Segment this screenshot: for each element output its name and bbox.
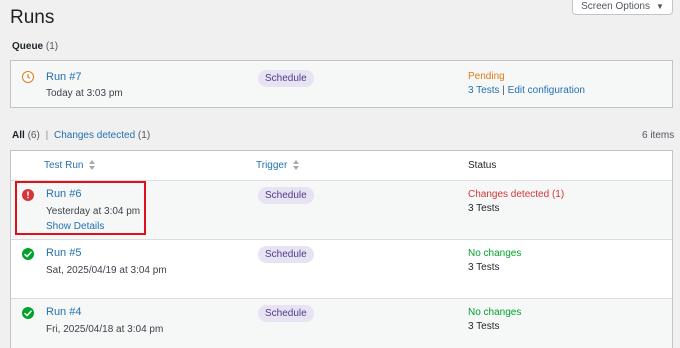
table-row: Run #5 Sat, 2025/04/19 at 3:04 pm Schedu… — [11, 239, 672, 298]
sort-arrows-icon — [89, 160, 96, 171]
queue-label: Queue — [12, 41, 44, 52]
queue-actions-separator: | — [502, 85, 505, 96]
sort-arrows-icon — [293, 160, 300, 171]
screen-options-button[interactable]: Screen Options ▼ — [572, 0, 673, 15]
run-status: Changes detected (1) — [468, 189, 565, 200]
run-title[interactable]: Run #5 — [46, 247, 81, 259]
filter-all[interactable]: All (6) — [12, 130, 40, 141]
runs-table: Test Run Trigger Status Run #6 Yesterday… — [10, 150, 673, 348]
run-time: Yesterday at 3:04 pm — [46, 206, 141, 217]
queue-status: Pending — [468, 71, 505, 82]
column-header-trigger-label: Trigger — [256, 160, 288, 171]
show-details-link[interactable]: Show Details — [46, 221, 104, 232]
trigger-badge[interactable]: Schedule — [258, 305, 314, 322]
column-header-test-run-label: Test Run — [44, 160, 84, 171]
queue-card: Run #7 Today at 3:03 pm Schedule Pending… — [10, 60, 673, 108]
run-tests: 3 Tests — [468, 203, 500, 214]
edit-configuration-link[interactable]: Edit configuration — [508, 85, 585, 96]
table-row: Run #6 Yesterday at 3:04 pm Show Details… — [11, 180, 672, 239]
column-header-trigger[interactable]: Trigger — [256, 160, 300, 171]
filter-changes-label: Changes detected — [53, 130, 136, 141]
queue-actions: 3 Tests | Edit configuration — [468, 85, 585, 96]
column-header-test-run[interactable]: Test Run — [44, 160, 96, 171]
run-tests: 3 Tests — [468, 321, 500, 332]
clock-icon — [22, 71, 34, 83]
table-row: Run #4 Fri, 2025/04/18 at 3:04 pm Schedu… — [11, 298, 672, 348]
queue-tests-link[interactable]: 3 Tests — [468, 85, 500, 96]
run-title[interactable]: Run #4 — [46, 306, 81, 318]
exclamation-icon — [22, 189, 34, 201]
run-title[interactable]: Run #6 — [46, 188, 81, 200]
check-icon — [22, 307, 34, 319]
filter-all-count: (6) — [27, 130, 40, 141]
run-status: No changes — [468, 248, 522, 259]
queue-count: (1) — [45, 41, 59, 52]
run-time: Fri, 2025/04/18 at 3:04 pm — [46, 324, 164, 335]
caret-down-icon: ▼ — [656, 1, 664, 11]
trigger-badge[interactable]: Schedule — [258, 246, 314, 263]
queue-heading: Queue (1) — [12, 41, 58, 52]
filter-changes[interactable]: Changes detected (1) — [54, 130, 150, 141]
filter-bar: All (6) | Changes detected (1) — [12, 130, 150, 141]
queue-trigger-badge[interactable]: Schedule — [258, 70, 314, 87]
run-status: No changes — [468, 307, 522, 318]
queue-run-title[interactable]: Run #7 — [46, 71, 81, 83]
page-title: Runs — [10, 7, 55, 28]
check-icon — [22, 248, 34, 260]
column-header-status: Status — [468, 160, 497, 171]
screen-options-label: Screen Options — [581, 0, 650, 12]
queue-run-time: Today at 3:03 pm — [46, 88, 123, 99]
filter-all-label: All — [12, 130, 25, 141]
filter-separator: | — [45, 130, 49, 141]
filter-changes-count: (1) — [137, 130, 151, 141]
items-count: 6 items — [642, 130, 675, 141]
run-tests: 3 Tests — [468, 262, 500, 273]
run-time: Sat, 2025/04/19 at 3:04 pm — [46, 265, 167, 276]
trigger-badge[interactable]: Schedule — [258, 187, 314, 204]
